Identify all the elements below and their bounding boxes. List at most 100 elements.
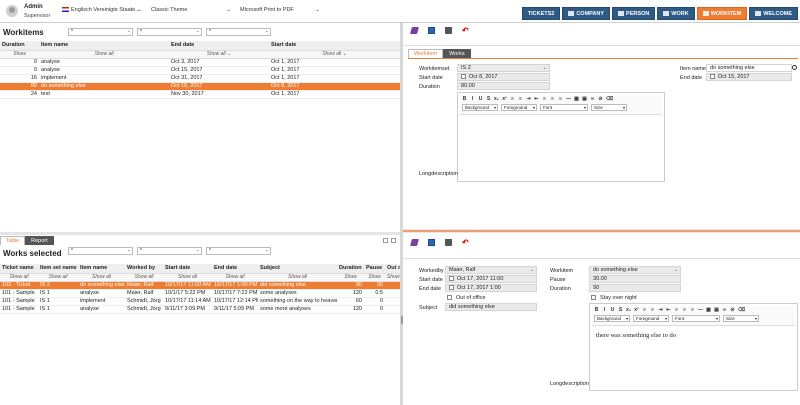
table-row[interactable]: 0 analyse Oct 3, 2017 Oct 1, 2017 bbox=[0, 58, 400, 67]
col-duration[interactable]: Duration bbox=[0, 41, 39, 51]
strike-button[interactable]: S bbox=[618, 307, 623, 313]
column-header[interactable]: Pause bbox=[364, 264, 385, 274]
column-header[interactable]: Item set name bbox=[38, 264, 78, 274]
table-row[interactable]: 16 implement Oct 31, 2017 Oct 1, 2017 bbox=[0, 74, 400, 83]
workitem-select[interactable]: do something else ⌄ bbox=[589, 266, 681, 274]
outdent-button[interactable]: ⇤ bbox=[666, 307, 671, 313]
edit-icon[interactable] bbox=[410, 27, 419, 34]
filter-duration[interactable]: Show bbox=[0, 50, 39, 59]
underline-button[interactable]: U bbox=[478, 96, 483, 102]
background-select[interactable]: Background ▾ bbox=[594, 315, 630, 322]
font-select[interactable]: Font ▾ bbox=[540, 104, 588, 111]
work-duration-field[interactable]: 90 bbox=[589, 284, 681, 292]
column-header[interactable]: End date bbox=[212, 264, 258, 274]
col-end-date[interactable]: End date bbox=[169, 41, 269, 51]
delete-icon[interactable] bbox=[445, 27, 452, 34]
save-icon[interactable] bbox=[428, 239, 435, 246]
image-button[interactable]: ▣ bbox=[714, 307, 719, 313]
printer-select[interactable]: Microsoft Print to PDF ⌄ bbox=[240, 7, 320, 17]
align-left-button[interactable]: ≡ bbox=[674, 307, 679, 313]
start-date-field[interactable]: Oct 8, 2017 bbox=[457, 73, 550, 81]
unlink-button[interactable]: ⊘ bbox=[598, 96, 603, 102]
table-row[interactable]: 101 - Sample IS 1 analyse Maier, Ralf 10/1/1… bbox=[0, 289, 400, 298]
workitems-filter-3[interactable]: * ⌄ bbox=[206, 28, 271, 36]
filter-start-date[interactable]: Show all ⌄ bbox=[269, 50, 400, 59]
link-button[interactable]: ∞ bbox=[590, 96, 595, 102]
table-button[interactable]: ▦ bbox=[706, 307, 711, 313]
language-select[interactable]: Englisch Vereinigte Staate... ⌄ bbox=[62, 7, 142, 17]
subscript-button[interactable]: x₂ bbox=[626, 307, 631, 313]
work-start-field[interactable]: Oct 17, 2017 11:00 bbox=[445, 275, 537, 283]
save-icon[interactable] bbox=[428, 27, 435, 34]
column-filter[interactable]: Show bbox=[337, 273, 364, 282]
restore-icon[interactable] bbox=[391, 238, 396, 243]
workitem-longdesc-editor[interactable]: B I U Sx₂ x² ≡ ≡ ⇥ ⇤ ≡ ≡ ≡ — ▦ ▣ ∞ ⊘ ⌫ Background ▾ Foregr… bbox=[457, 92, 665, 182]
undo-icon[interactable]: ↶ bbox=[462, 239, 469, 247]
workitems-filter-2[interactable]: * ⌄ bbox=[137, 28, 202, 36]
tab-workitem[interactable]: Workitem bbox=[408, 49, 444, 58]
align-center-button[interactable]: ≡ bbox=[550, 96, 555, 102]
italic-button[interactable]: I bbox=[602, 307, 607, 313]
clear-format-button[interactable]: ⌫ bbox=[738, 307, 745, 313]
underline-button[interactable]: U bbox=[610, 307, 615, 313]
column-filter[interactable]: Show all bbox=[78, 273, 125, 282]
column-header[interactable]: Subject bbox=[258, 264, 337, 274]
table-row[interactable]: 102 - Ticket IS 2 do something else Maier, … bbox=[0, 281, 400, 290]
align-center-button[interactable]: ≡ bbox=[682, 307, 687, 313]
duration-field[interactable]: 80.00 bbox=[457, 82, 550, 90]
vertical-splitter[interactable] bbox=[400, 23, 403, 405]
nav-welcome-button[interactable]: WELCOME bbox=[749, 7, 798, 20]
align-right-button[interactable]: ≡ bbox=[558, 96, 563, 102]
column-filter[interactable]: Show all bbox=[258, 273, 337, 282]
clear-format-button[interactable]: ⌫ bbox=[606, 96, 613, 102]
column-header[interactable]: Out o bbox=[385, 264, 400, 274]
column-header[interactable]: Duration bbox=[337, 264, 364, 274]
column-filter[interactable]: Show all bbox=[163, 273, 212, 282]
out-of-office-checkbox[interactable] bbox=[447, 295, 452, 300]
workitems-filter-1[interactable]: * ⌄ bbox=[68, 28, 133, 36]
right-horizontal-splitter[interactable] bbox=[403, 229, 800, 233]
italic-button[interactable]: I bbox=[470, 96, 475, 102]
table-row[interactable]: 101 - Sample IS 1 analyse Schmidt, Jörg 9/11… bbox=[0, 305, 400, 314]
unlink-button[interactable]: ⊘ bbox=[730, 307, 735, 313]
nav-workitem-button[interactable]: WORKITEM bbox=[696, 7, 748, 20]
delete-icon[interactable] bbox=[445, 239, 452, 246]
nav-work-button[interactable]: WORK bbox=[657, 7, 695, 20]
align-left-button[interactable]: ≡ bbox=[542, 96, 547, 102]
filter-end-date[interactable]: Show all ⌄ bbox=[169, 50, 269, 59]
hr-button[interactable]: — bbox=[566, 96, 571, 102]
col-item-name[interactable]: Item name bbox=[39, 41, 169, 51]
maximize-icon[interactable] bbox=[383, 238, 388, 243]
indent-button[interactable]: ⇥ bbox=[658, 307, 663, 313]
column-filter[interactable]: Show all bbox=[0, 273, 38, 282]
stay-over-night-checkbox[interactable] bbox=[591, 295, 596, 300]
bold-button[interactable]: B bbox=[594, 307, 599, 313]
theme-select[interactable]: Classic Theme ⌄ bbox=[151, 7, 231, 17]
tab-report[interactable]: Report bbox=[25, 236, 54, 245]
foreground-select[interactable]: Foreground ▾ bbox=[633, 315, 669, 322]
link-button[interactable]: ∞ bbox=[722, 307, 727, 313]
tab-table[interactable]: Table bbox=[0, 236, 26, 245]
nav-person-button[interactable]: PERSON bbox=[612, 7, 656, 20]
image-button[interactable]: ▣ bbox=[582, 96, 587, 102]
table-row[interactable]: 24 test Nov 30, 2017 Oct 1, 2017 bbox=[0, 90, 400, 99]
subscript-button[interactable]: x₂ bbox=[494, 96, 499, 102]
column-filter[interactable]: Show bbox=[364, 273, 385, 282]
works-filter-2[interactable]: * ⌄ bbox=[137, 247, 202, 255]
column-filter[interactable]: Show bbox=[385, 273, 400, 282]
item-name-field[interactable]: do something else bbox=[706, 64, 792, 72]
hr-button[interactable]: — bbox=[698, 307, 703, 313]
user-avatar-icon[interactable] bbox=[6, 5, 18, 17]
font-select[interactable]: Font ▾ bbox=[672, 315, 720, 322]
splitter-handle[interactable] bbox=[401, 316, 403, 324]
column-header[interactable]: Item name bbox=[78, 264, 125, 274]
column-header[interactable]: Start date bbox=[163, 264, 212, 274]
nav-company-button[interactable]: COMPANY bbox=[562, 7, 611, 20]
foreground-select[interactable]: Foreground ▾ bbox=[501, 104, 537, 111]
align-right-button[interactable]: ≡ bbox=[690, 307, 695, 313]
column-header[interactable]: Ticket name bbox=[0, 264, 38, 274]
column-filter[interactable]: Show all bbox=[125, 273, 163, 282]
superscript-button[interactable]: x² bbox=[502, 96, 507, 102]
column-filter[interactable]: Show all bbox=[212, 273, 258, 282]
work-longdesc-editor[interactable]: B I U Sx₂ x² ≡ ≡ ⇥ ⇤ ≡ ≡ ≡ — ▦ ▣ ∞ ⊘ ⌫ Background ▾ Foregr… bbox=[589, 303, 798, 391]
